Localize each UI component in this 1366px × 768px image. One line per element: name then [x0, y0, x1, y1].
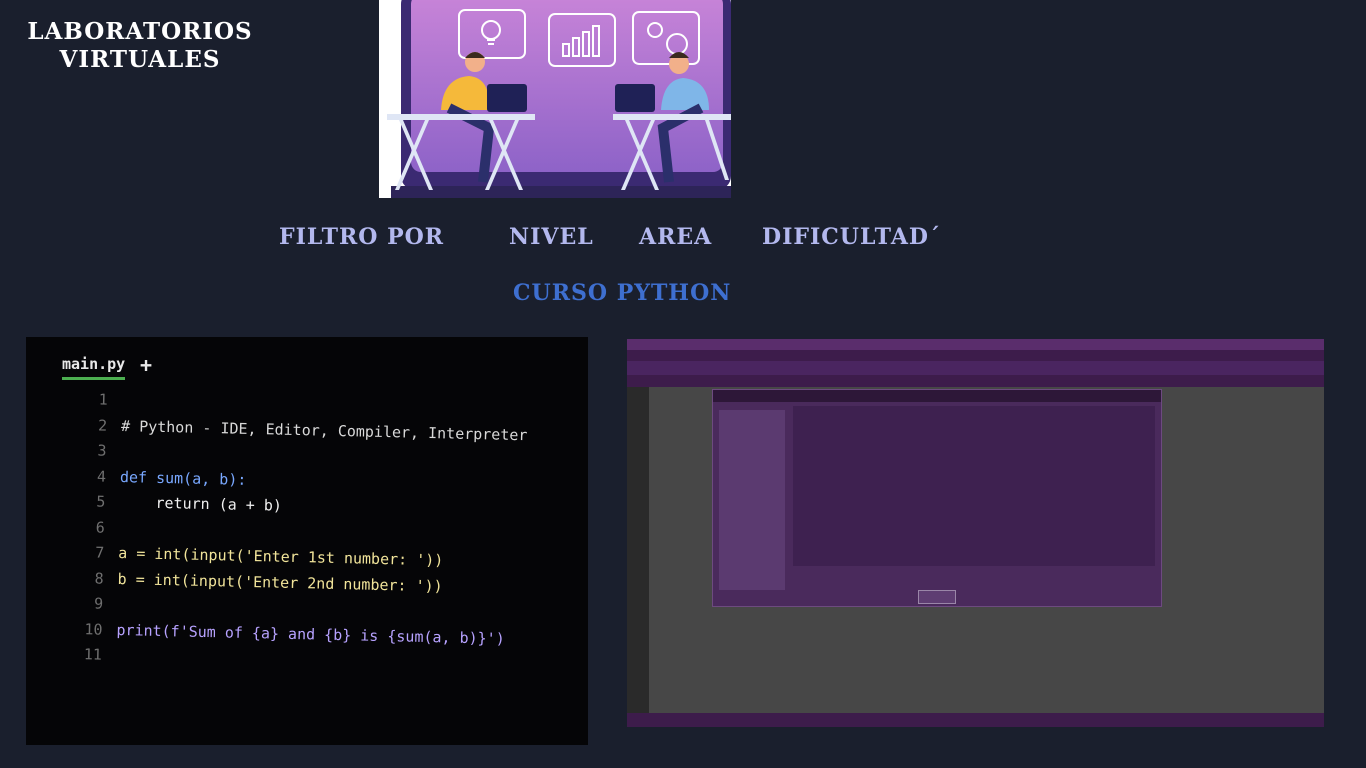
add-tab-icon: +	[140, 353, 153, 377]
filter-dificultad[interactable]: DIFICULTAD´	[762, 224, 941, 250]
ide-statusbar	[627, 713, 1324, 727]
logo-line-2: VIRTUALES	[59, 46, 221, 73]
ide-screenshot-image[interactable]	[627, 339, 1324, 727]
dialog-options-panel	[793, 406, 1155, 566]
editor-tab-main: main.py	[62, 355, 126, 380]
dialog-close-button	[918, 590, 956, 604]
dialog-titlebar	[713, 390, 1161, 402]
code-editor-image[interactable]: main.py + 1 2 # Python - IDE, Editor, Com…	[26, 337, 588, 745]
course-title[interactable]: CURSO PYTHON	[513, 280, 731, 306]
hero-illustration	[379, 0, 731, 198]
ide-tabs	[627, 375, 1324, 387]
ide-toolbar	[627, 361, 1324, 375]
ide-gutter	[627, 387, 649, 713]
filter-bar: FILTRO POR NIVEL AREA DIFICULTAD´	[0, 224, 1366, 254]
code-block: 1 2 # Python - IDE, Editor, Compiler, Int…	[70, 387, 556, 678]
editor-tabbar: main.py +	[56, 351, 576, 381]
ide-titlebar	[627, 339, 1324, 350]
ide-preferences-dialog	[712, 389, 1162, 607]
logo-line-1: LABORATORIOS	[27, 18, 253, 45]
ide-menubar	[627, 350, 1324, 361]
filter-area[interactable]: AREA	[639, 224, 712, 250]
dialog-category-list	[719, 410, 785, 590]
site-logo[interactable]: LABORATORIOS VIRTUALES	[20, 18, 260, 74]
filter-nivel[interactable]: NIVEL	[509, 224, 594, 250]
filter-label: FILTRO POR	[279, 224, 445, 250]
hero-illustration-svg	[379, 0, 731, 198]
